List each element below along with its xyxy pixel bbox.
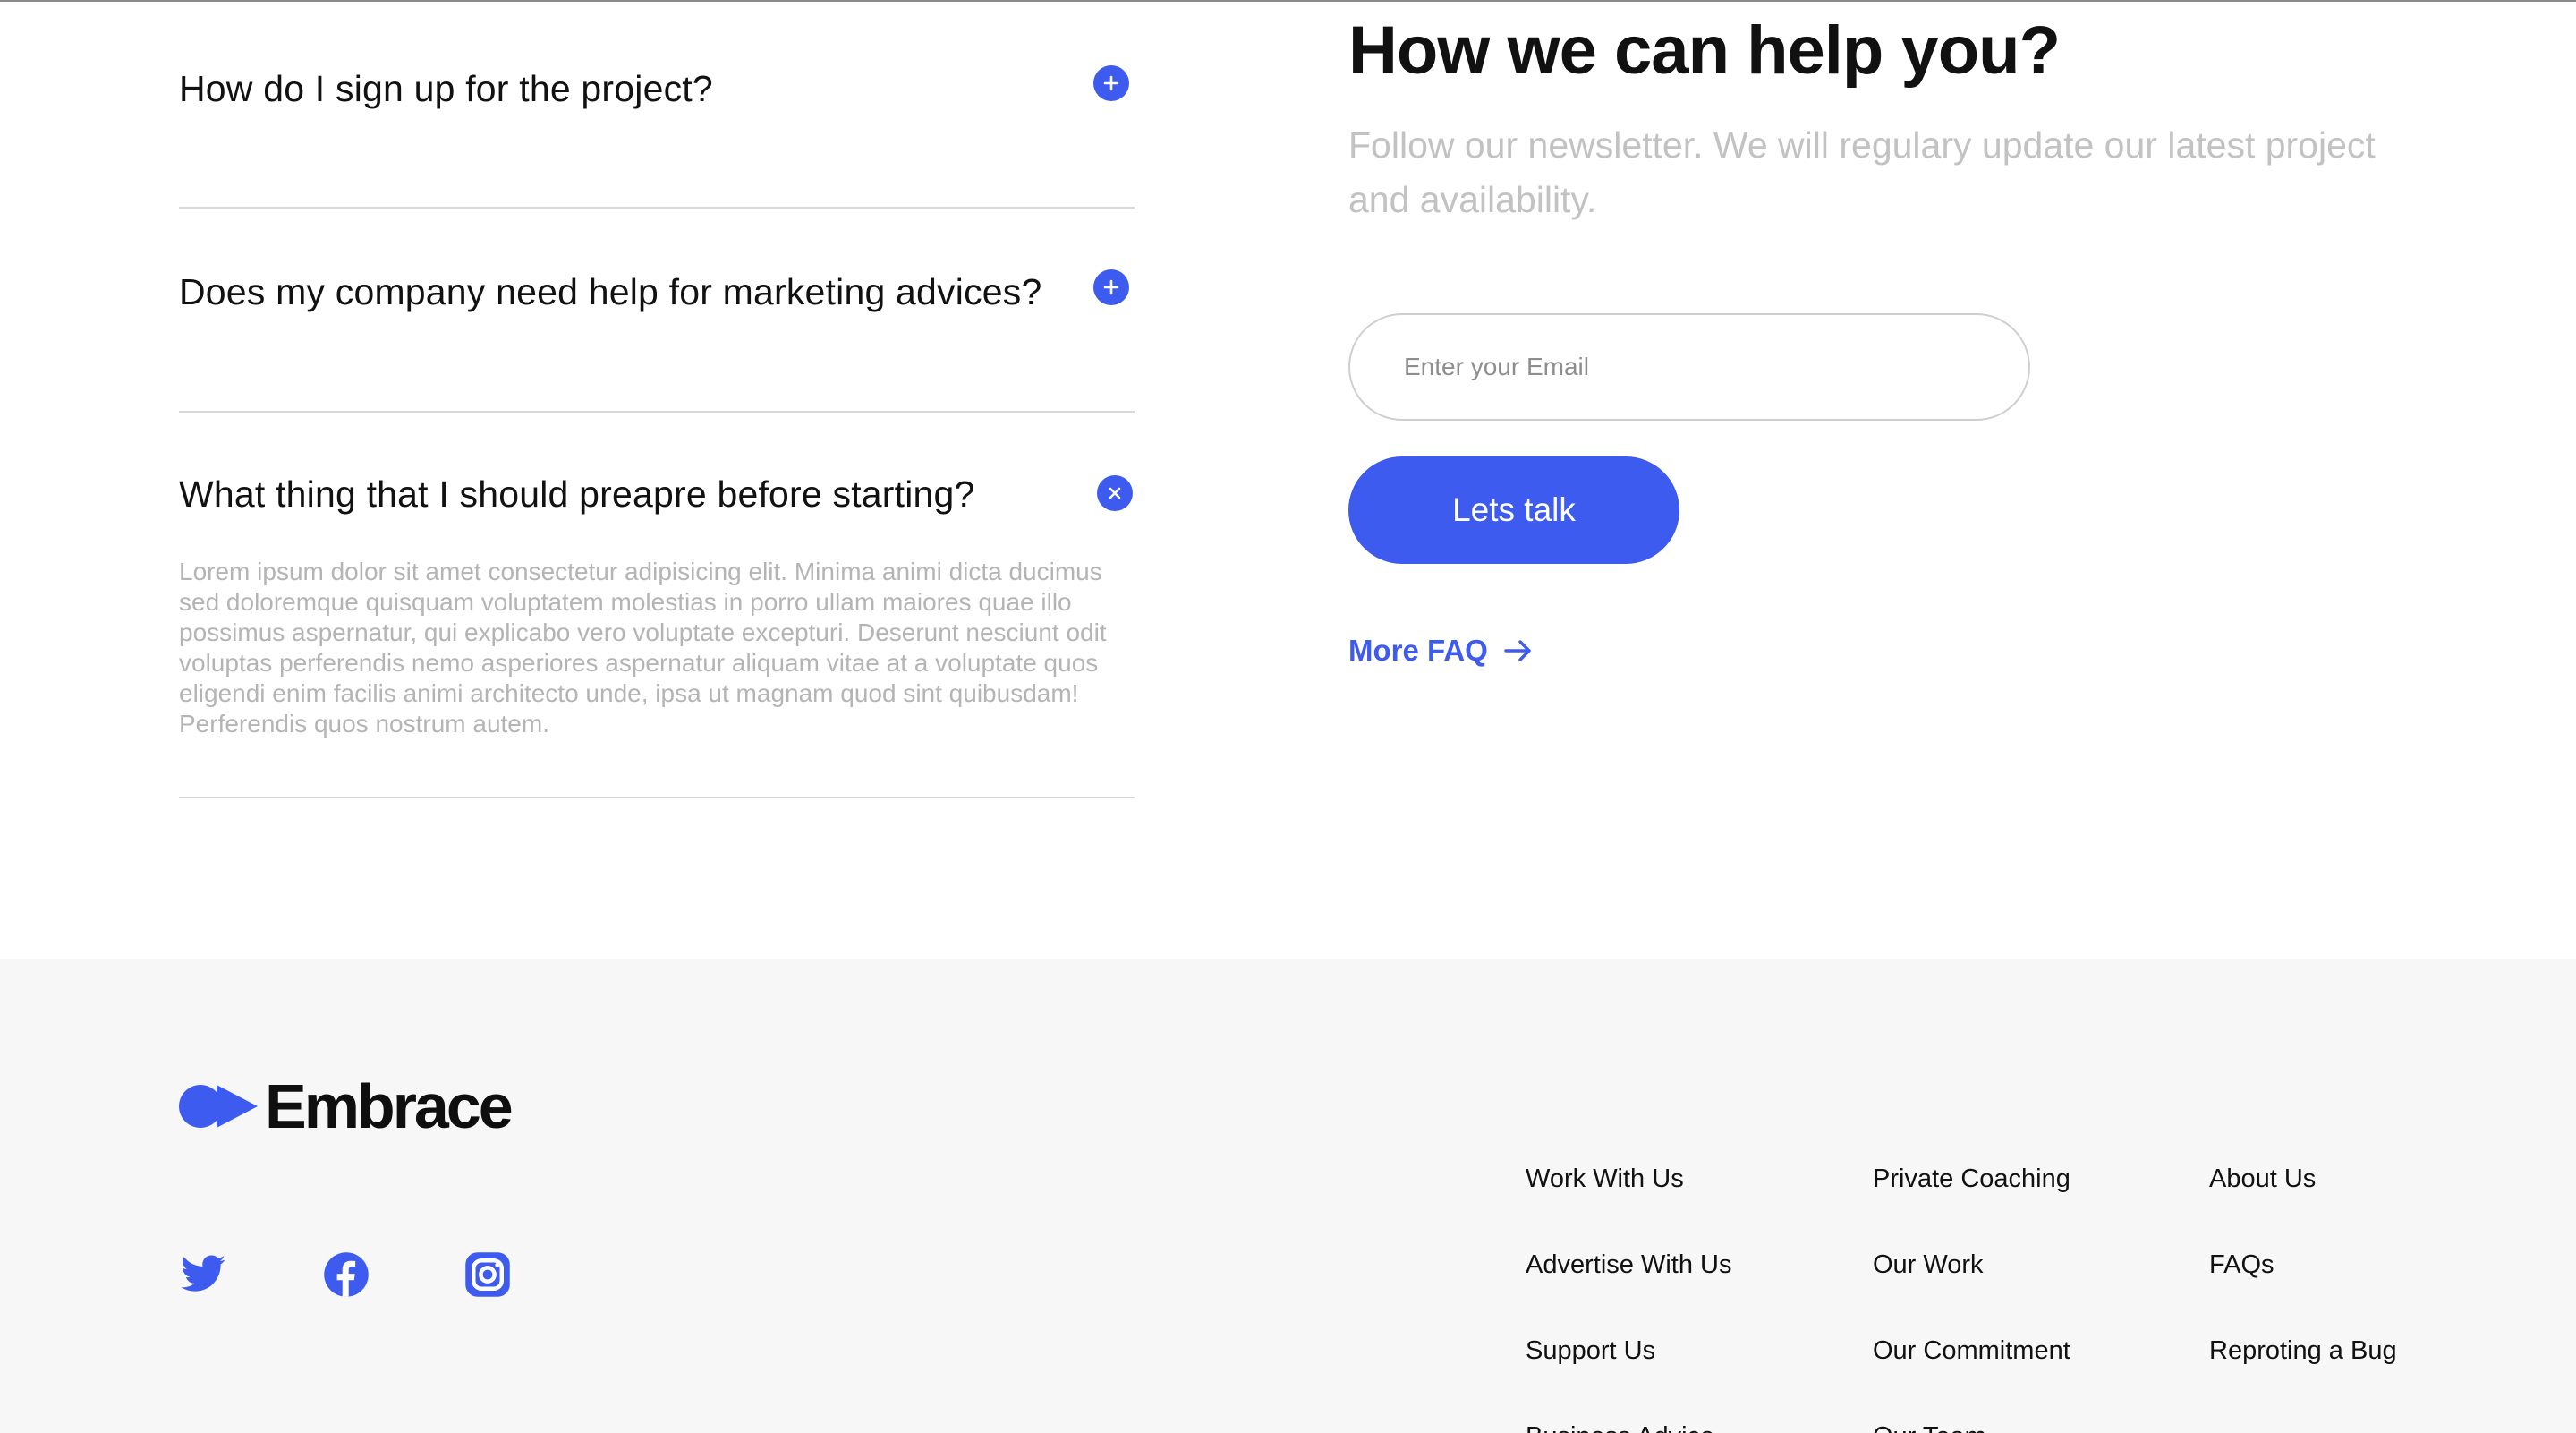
faq-question[interactable]: What thing that I should preapre before …	[179, 472, 975, 516]
twitter-link[interactable]	[179, 1250, 227, 1299]
more-faq-label: More FAQ	[1348, 634, 1488, 667]
embrace-logo-mark	[179, 1085, 258, 1128]
footer-link[interactable]: Work With Us	[1526, 1161, 1731, 1247]
footer-link[interactable]: Business Advice	[1526, 1419, 1731, 1433]
footer-link[interactable]: Private Coaching	[1873, 1161, 2070, 1247]
arrow-right-icon	[1504, 640, 1531, 661]
faq-item-expanded[interactable]: What thing that I should preapre before …	[179, 0, 1135, 738]
footer-column-3: About Us FAQs Reproting a Bug	[2209, 1161, 2397, 1419]
footer: Embrace Work With Us Advertise With Us S…	[0, 959, 2576, 1433]
instagram-link[interactable]	[463, 1250, 512, 1299]
instagram-icon	[465, 1252, 510, 1297]
faq-answer: Lorem ipsum dolor sit amet consectetur a…	[179, 558, 1107, 738]
facebook-link[interactable]	[322, 1250, 370, 1299]
lets-talk-button[interactable]: Lets talk	[1348, 456, 1679, 564]
faq-accordion-3: What thing that I should preapre before …	[179, 0, 1135, 738]
more-faq-link[interactable]: More FAQ	[1348, 633, 1536, 669]
logo[interactable]: Embrace	[179, 1071, 514, 1141]
email-field[interactable]	[1348, 313, 2030, 421]
page: How do I sign up for the project? Does m…	[0, 0, 2576, 1433]
faq-divider	[179, 797, 1135, 798]
faq-divider	[179, 411, 1135, 413]
footer-column-1: Work With Us Advertise With Us Support U…	[1526, 1161, 1731, 1433]
footer-link[interactable]: Our Team	[1873, 1419, 2070, 1433]
footer-column-2: Private Coaching Our Work Our Commitment…	[1873, 1161, 2070, 1433]
footer-link[interactable]: Advertise With Us	[1526, 1247, 1731, 1333]
footer-link[interactable]: Reproting a Bug	[2209, 1333, 2397, 1419]
email-input[interactable]	[1404, 353, 2028, 381]
logo-text: Embrace	[265, 1071, 514, 1141]
facebook-icon	[324, 1252, 369, 1297]
footer-link[interactable]: Support Us	[1526, 1333, 1731, 1419]
twitter-icon	[181, 1255, 225, 1292]
help-subtitle: Follow our newsletter. We will regulary …	[1348, 124, 2376, 220]
footer-link[interactable]: Our Commitment	[1873, 1333, 2070, 1419]
help-title: How we can help you?	[1348, 13, 2061, 89]
footer-link[interactable]: About Us	[2209, 1161, 2397, 1247]
close-circle-icon[interactable]	[1097, 475, 1133, 511]
footer-link[interactable]: FAQs	[2209, 1247, 2397, 1333]
footer-link[interactable]: Our Work	[1873, 1247, 2070, 1333]
